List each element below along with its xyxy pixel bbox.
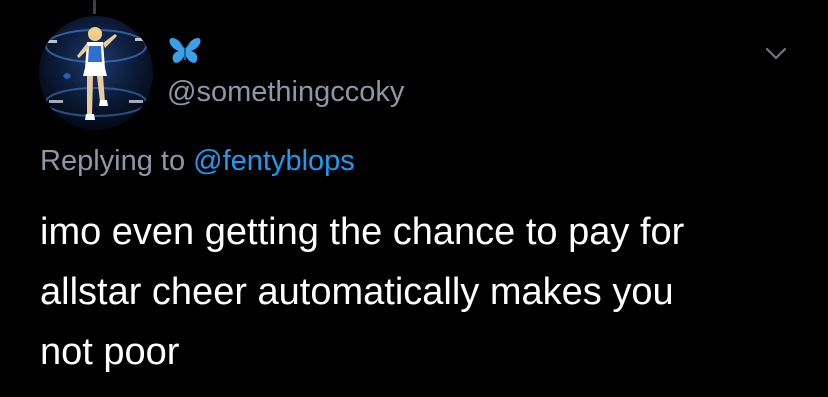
chevron-down-icon[interactable] [762, 44, 790, 64]
tweet-text-line: imo even getting the chance to pay for [40, 211, 685, 253]
replying-to-mention-link[interactable]: @fentyblops [193, 145, 355, 177]
tweet-text-line: allstar cheer automatically makes you [40, 271, 674, 313]
user-handle[interactable]: @somethingccoky [167, 74, 404, 110]
replying-to-line: Replying to @fentyblops [40, 143, 355, 179]
avatar[interactable] [39, 16, 153, 130]
replying-to-prefix: Replying to [40, 145, 186, 177]
avatar-photo [39, 16, 153, 130]
thread-connector-line [93, 0, 96, 14]
tweet-text: imo even getting the chance to pay for a… [40, 202, 800, 382]
tweet-text-line: not poor [40, 331, 180, 373]
butterfly-emoji-icon [169, 38, 201, 63]
